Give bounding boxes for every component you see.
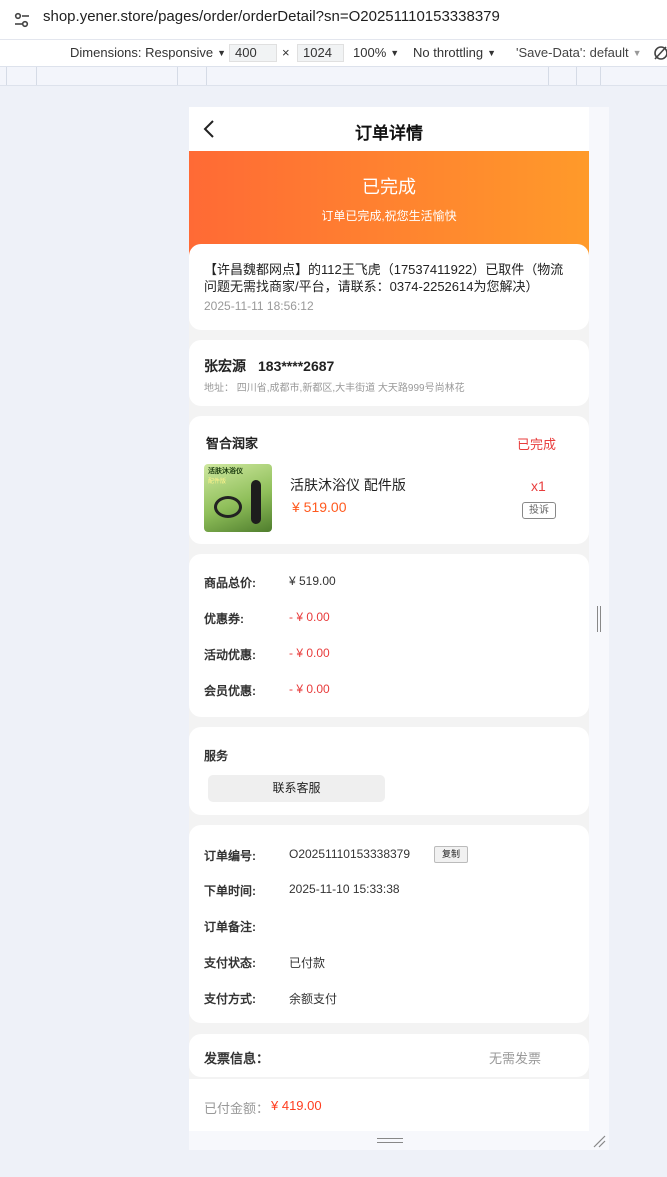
price-summary-card: 商品总价: ¥ 519.00 优惠券: - ¥ 0.00 活动优惠: - ¥ 0… bbox=[189, 554, 589, 717]
logistics-text: 【许昌魏都网点】的112王飞虎（17537411922）已取件（物流问题无需找商… bbox=[204, 262, 564, 294]
service-card: 服务 联系客服 bbox=[189, 727, 589, 815]
throttling-select[interactable]: No throttling ▼ bbox=[413, 45, 496, 60]
dimensions-select[interactable]: Dimensions: Responsive ▼ bbox=[70, 45, 226, 60]
product-quantity: x1 bbox=[531, 478, 546, 494]
pay-method-value: 余额支付 bbox=[289, 992, 338, 1006]
save-data-label: 'Save-Data': default bbox=[516, 45, 629, 60]
pay-method-label: 支付方式: bbox=[204, 992, 256, 1006]
address-line: 地址： 四川省,成都市,新都区,大丰街道 大天路999号尚林花 bbox=[204, 383, 465, 394]
order-time-value: 2025-11-10 15:33:38 bbox=[289, 882, 400, 896]
paid-amount-value: ¥ 419.00 bbox=[271, 1098, 322, 1113]
caret-down-icon: ▼ bbox=[487, 48, 497, 58]
times-sign: × bbox=[282, 45, 290, 60]
side-resize-handle[interactable] bbox=[597, 606, 601, 632]
bottom-resize-handle[interactable] bbox=[377, 1138, 403, 1143]
pay-status-label: 支付状态: bbox=[204, 956, 256, 970]
caret-down-icon: ▼ bbox=[217, 48, 226, 58]
device-toolbar: Dimensions: Responsive ▼ 400 × 1024 100% ▼… bbox=[0, 40, 667, 66]
order-note-label: 订单备注: bbox=[204, 920, 256, 934]
rotate-icon[interactable] bbox=[652, 44, 667, 62]
price-row-value: - ¥ 0.00 bbox=[289, 646, 330, 660]
footer-bar: 已付金额： ¥ 419.00 bbox=[189, 1079, 589, 1131]
paid-amount-label: 已付金额： bbox=[204, 1101, 270, 1116]
store-order-status: 已完成 bbox=[517, 437, 557, 452]
height-input[interactable]: 1024 bbox=[297, 44, 344, 62]
copy-button[interactable]: 复制 bbox=[434, 846, 468, 863]
order-number-value: O20251110153338379 bbox=[289, 847, 411, 861]
invoice-value: 无需发票 bbox=[489, 1051, 542, 1066]
page-title: 订单详情 bbox=[355, 124, 423, 143]
order-status-subtitle: 订单已完成,祝您生活愉快 bbox=[321, 209, 457, 223]
order-info-card: 订单编号: O20251110153338379 复制 下单时间: 2025-1… bbox=[189, 825, 589, 1023]
device-viewport: 订单详情 已完成 订单已完成,祝您生活愉快 【许昌魏都网点】的112王飞虎（17… bbox=[189, 107, 589, 1131]
caret-down-icon: ▼ bbox=[390, 48, 400, 58]
url-text[interactable]: shop.yener.store/pages/order/orderDetail… bbox=[43, 8, 500, 25]
price-row-label: 商品总价: bbox=[204, 576, 256, 590]
product-price: ¥ 519.00 bbox=[292, 499, 347, 515]
store-name: 智合润家 bbox=[206, 436, 259, 451]
complain-button[interactable]: 投诉 bbox=[522, 502, 556, 519]
invoice-card[interactable]: 发票信息： 无需发票 bbox=[189, 1034, 589, 1077]
recipient-phone: 183****2687 bbox=[258, 358, 335, 374]
caret-down-icon: ▼ bbox=[632, 48, 642, 58]
price-row-value: ¥ 519.00 bbox=[289, 574, 336, 588]
product-image-tag: 活肤沐浴仪 bbox=[208, 468, 243, 475]
order-number-label: 订单编号: bbox=[204, 849, 256, 863]
price-row-label: 会员优惠: bbox=[204, 684, 256, 698]
price-row-label: 活动优惠: bbox=[204, 648, 256, 662]
throttling-label: No throttling bbox=[413, 45, 484, 60]
contact-service-button[interactable]: 联系客服 bbox=[208, 775, 385, 802]
store-card: 智合润家 已完成 活肤沐浴仪 配件版 活肤沐浴仪 配件版 ¥ 519.00 x1… bbox=[189, 416, 589, 544]
tune-icon[interactable] bbox=[12, 10, 32, 30]
price-row-value: - ¥ 0.00 bbox=[289, 682, 330, 696]
address-bar: shop.yener.store/pages/order/orderDetail… bbox=[0, 0, 667, 40]
price-row-label: 优惠券: bbox=[204, 612, 244, 626]
logistics-card[interactable]: 【许昌魏都网点】的112王飞虎（17537411922）已取件（物流问题无需找商… bbox=[189, 244, 589, 330]
dimensions-label: Dimensions: Responsive bbox=[70, 45, 214, 60]
recipient-name: 张宏源 bbox=[204, 358, 246, 374]
order-status: 已完成 bbox=[362, 177, 416, 197]
product-image[interactable]: 活肤沐浴仪 配件版 bbox=[204, 464, 272, 532]
zoom-select[interactable]: 100% ▼ bbox=[353, 45, 399, 60]
recipient: 张宏源 183****2687 bbox=[204, 356, 574, 376]
logistics-time: 2025-11-11 18:56:12 bbox=[204, 299, 314, 313]
pay-status-value: 已付款 bbox=[289, 956, 326, 970]
corner-resize-handle[interactable] bbox=[592, 1134, 606, 1148]
save-data-select[interactable]: 'Save-Data': default ▼ bbox=[516, 45, 642, 60]
order-time-label: 下单时间: bbox=[204, 884, 256, 898]
media-query-ruler bbox=[0, 66, 667, 86]
nav-bar: 订单详情 bbox=[189, 107, 589, 151]
price-row-value: - ¥ 0.00 bbox=[289, 610, 330, 624]
product-image-tag2: 配件版 bbox=[208, 479, 227, 485]
width-input[interactable]: 400 bbox=[229, 44, 277, 62]
zoom-label: 100% bbox=[353, 45, 387, 60]
service-title: 服务 bbox=[204, 749, 229, 763]
product-name[interactable]: 活肤沐浴仪 配件版 bbox=[290, 475, 406, 495]
invoice-label: 发票信息： bbox=[204, 1051, 270, 1066]
address-card: 张宏源 183****2687 地址： 四川省,成都市,新都区,大丰街道 大天路9… bbox=[189, 340, 589, 406]
